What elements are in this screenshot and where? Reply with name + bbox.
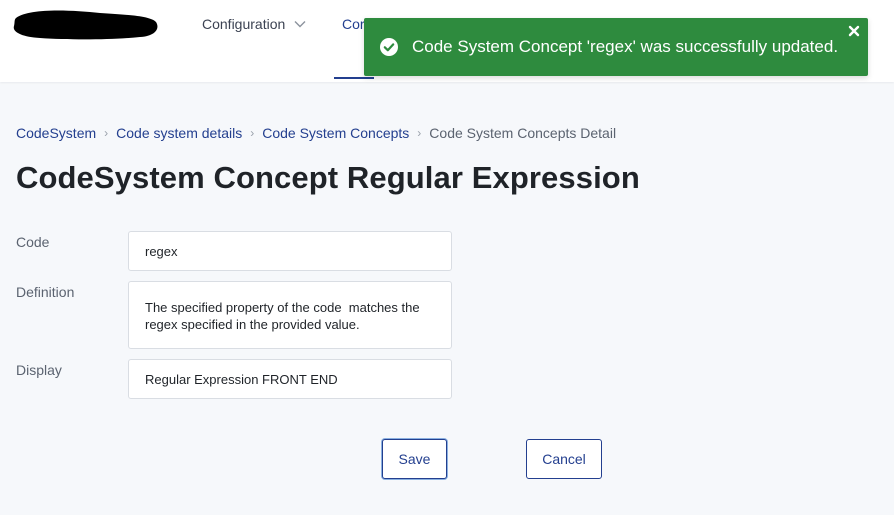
nav-item-configuration[interactable]: Configuration [202, 16, 307, 32]
page-title: CodeSystem Concept Regular Expression [16, 160, 640, 195]
chevron-right-icon: › [104, 126, 109, 140]
chevron-right-icon: › [250, 126, 255, 140]
code-input[interactable] [128, 231, 452, 271]
active-nav-underline [334, 77, 374, 79]
chevron-down-icon [294, 21, 306, 28]
cancel-button[interactable]: Cancel [526, 439, 602, 479]
breadcrumb-code-system-concepts[interactable]: Code System Concepts [262, 125, 409, 141]
breadcrumb-code-system-details[interactable]: Code system details [116, 125, 242, 141]
definition-label: Definition [16, 284, 75, 300]
success-toast: Code System Concept 'regex' was successf… [364, 18, 868, 76]
nav-item-active[interactable]: Cor [342, 16, 365, 32]
display-label: Display [16, 362, 62, 378]
breadcrumb: CodeSystem › Code system details › Code … [16, 125, 616, 141]
save-button[interactable]: Save [382, 439, 447, 479]
code-label: Code [16, 234, 50, 250]
nav-item-label: Cor [342, 16, 365, 32]
chevron-right-icon: › [417, 126, 422, 140]
breadcrumb-codesystem[interactable]: CodeSystem [16, 125, 96, 141]
close-icon[interactable] [848, 25, 860, 37]
nav-item-label: Configuration [202, 16, 286, 32]
check-circle-icon [380, 38, 398, 56]
toast-message: Code System Concept 'regex' was successf… [412, 37, 839, 56]
display-input[interactable] [128, 359, 452, 399]
breadcrumb-current: Code System Concepts Detail [429, 125, 617, 141]
redacted-logo [13, 10, 158, 40]
page: Configuration Cor Code System Concept 'r… [0, 0, 894, 515]
definition-textarea[interactable]: The specified property of the code match… [128, 281, 452, 349]
